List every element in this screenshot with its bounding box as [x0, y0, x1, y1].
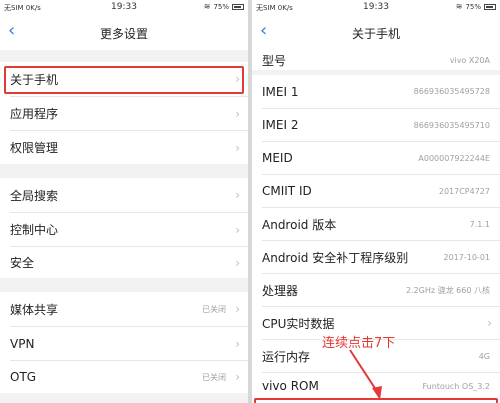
- item-status: 已关闭: [202, 304, 226, 314]
- section-gap: [0, 278, 248, 292]
- chevron-right-icon: ›: [235, 255, 240, 270]
- settings-item-media-sharing[interactable]: 媒体共享 已关闭 ›: [0, 292, 248, 326]
- chevron-right-icon: ›: [235, 140, 240, 155]
- item-label: 控制中心: [10, 223, 59, 237]
- more-settings-screen: 无SIM 0K/s 19:33 ≋ 75% ‹ 更多设置 关于手机 › 应用程序…: [0, 0, 248, 403]
- wifi-icon: ≋: [203, 2, 211, 11]
- chevron-right-icon: ›: [235, 370, 240, 384]
- chevron-right-icon: ›: [235, 188, 240, 202]
- about-phone-screen: 无SIM 0K/s 19:33 ≋ 75% ‹ 关于手机 型号 vivo X20…: [252, 0, 500, 403]
- item-label: 全局搜索: [10, 188, 59, 203]
- battery-level: 75%: [213, 2, 229, 11]
- page-title: 更多设置: [99, 27, 148, 41]
- chevron-right-icon: ›: [235, 302, 240, 316]
- battery-icon: [232, 3, 244, 10]
- settings-item-control-center[interactable]: 控制中心 ›: [0, 213, 248, 246]
- chevron-right-icon: ›: [235, 222, 240, 237]
- item-status: 已关闭: [202, 372, 226, 382]
- settings-item-apps[interactable]: 应用程序 ›: [0, 97, 248, 130]
- settings-item-permissions[interactable]: 权限管理 ›: [0, 131, 248, 164]
- item-label: 权限管理: [10, 141, 59, 155]
- item-label: 媒体共享: [10, 302, 59, 317]
- nav-bar: ‹ 更多设置: [0, 15, 248, 50]
- item-label: VPN: [10, 336, 35, 351]
- screenshot-composite: 无SIM 0K/s 19:33 ≋ 75% ‹ 更多设置 关于手机 › 应用程序…: [0, 0, 500, 403]
- section-gap: [0, 393, 248, 403]
- section-gap: [0, 164, 248, 178]
- chevron-right-icon: ›: [235, 106, 240, 121]
- settings-item-otg[interactable]: OTG 已关闭 ›: [0, 361, 248, 393]
- settings-item-vpn[interactable]: VPN ›: [0, 327, 248, 360]
- settings-item-security[interactable]: 安全 ›: [0, 247, 248, 278]
- item-label: 应用程序: [10, 107, 59, 121]
- chevron-right-icon: ›: [235, 336, 240, 351]
- item-label: OTG: [10, 370, 37, 384]
- status-bar: 无SIM 0K/s 19:33 ≋ 75%: [0, 0, 248, 15]
- highlight-box: [4, 66, 244, 94]
- settings-item-global-search[interactable]: 全局搜索 ›: [0, 178, 248, 212]
- item-label: 安全: [10, 256, 35, 270]
- tap-annotation-text: 连续点击7下: [322, 336, 396, 351]
- section-gap: [0, 50, 248, 62]
